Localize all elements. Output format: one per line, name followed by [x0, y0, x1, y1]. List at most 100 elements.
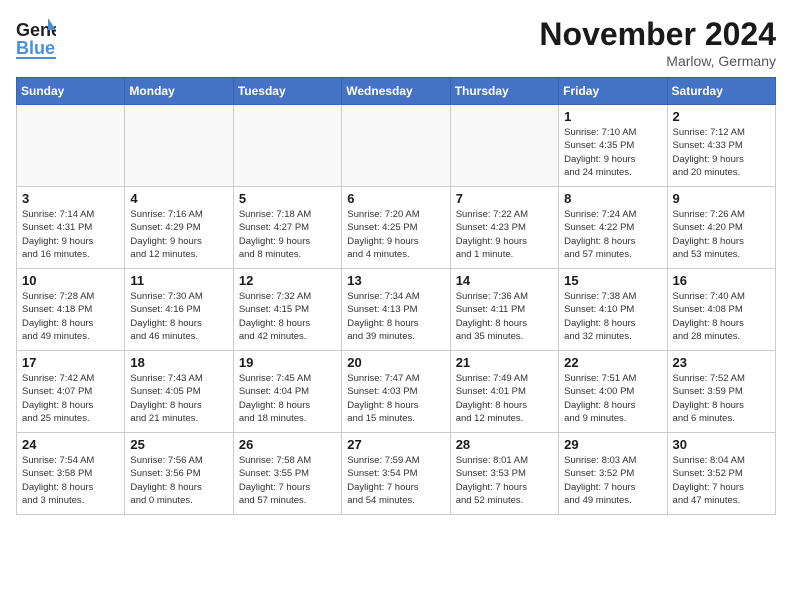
day-info: Sunrise: 7:40 AM Sunset: 4:08 PM Dayligh…	[673, 290, 770, 343]
day-number: 24	[22, 437, 119, 452]
calendar-cell: 3 Sunrise: 7:14 AM Sunset: 4:31 PM Daylig…	[17, 187, 125, 269]
calendar-cell: 23 Sunrise: 7:52 AM Sunset: 3:59 PM Dayli…	[667, 351, 775, 433]
header-day-saturday: Saturday	[667, 78, 775, 105]
day-number: 29	[564, 437, 661, 452]
calendar-cell: 22 Sunrise: 7:51 AM Sunset: 4:00 PM Dayli…	[559, 351, 667, 433]
calendar-cell: 29Sunrise: 8:03 AM Sunset: 3:52 PM Dayli…	[559, 433, 667, 515]
calendar-cell: 12 Sunrise: 7:32 AM Sunset: 4:15 PM Dayli…	[233, 269, 341, 351]
day-info: Sunrise: 7:38 AM Sunset: 4:10 PM Dayligh…	[564, 290, 661, 343]
day-number: 8	[564, 191, 661, 206]
day-number: 3	[22, 191, 119, 206]
header-day-friday: Friday	[559, 78, 667, 105]
calendar-cell: 21Sunrise: 7:49 AM Sunset: 4:01 PM Dayli…	[450, 351, 558, 433]
day-info: Sunrise: 7:58 AM Sunset: 3:55 PM Dayligh…	[239, 454, 336, 507]
calendar-body: 1Sunrise: 7:10 AM Sunset: 4:35 PM Daylig…	[17, 105, 776, 515]
day-number: 4	[130, 191, 227, 206]
title-block: November 2024 Marlow, Germany	[539, 16, 776, 69]
day-number: 6	[347, 191, 444, 206]
week-row-4: 17Sunrise: 7:42 AM Sunset: 4:07 PM Dayli…	[17, 351, 776, 433]
day-info: Sunrise: 7:30 AM Sunset: 4:16 PM Dayligh…	[130, 290, 227, 343]
day-info: Sunrise: 7:56 AM Sunset: 3:56 PM Dayligh…	[130, 454, 227, 507]
day-info: Sunrise: 7:16 AM Sunset: 4:29 PM Dayligh…	[130, 208, 227, 261]
calendar-cell: 7 Sunrise: 7:22 AM Sunset: 4:23 PM Daylig…	[450, 187, 558, 269]
day-number: 18	[130, 355, 227, 370]
day-info: Sunrise: 7:59 AM Sunset: 3:54 PM Dayligh…	[347, 454, 444, 507]
week-row-3: 10 Sunrise: 7:28 AM Sunset: 4:18 PM Dayli…	[17, 269, 776, 351]
day-number: 17	[22, 355, 119, 370]
day-number: 11	[130, 273, 227, 288]
day-number: 22	[564, 355, 661, 370]
week-row-2: 3 Sunrise: 7:14 AM Sunset: 4:31 PM Daylig…	[17, 187, 776, 269]
day-info: Sunrise: 8:04 AM Sunset: 3:52 PM Dayligh…	[673, 454, 770, 507]
calendar-cell	[342, 105, 450, 187]
calendar-cell: 13Sunrise: 7:34 AM Sunset: 4:13 PM Dayli…	[342, 269, 450, 351]
day-number: 12	[239, 273, 336, 288]
calendar-cell: 17Sunrise: 7:42 AM Sunset: 4:07 PM Dayli…	[17, 351, 125, 433]
day-number: 16	[673, 273, 770, 288]
calendar-cell	[17, 105, 125, 187]
day-number: 15	[564, 273, 661, 288]
calendar-cell: 8 Sunrise: 7:24 AM Sunset: 4:22 PM Daylig…	[559, 187, 667, 269]
day-number: 14	[456, 273, 553, 288]
calendar-cell	[125, 105, 233, 187]
month-title: November 2024	[539, 16, 776, 53]
calendar-cell: 16 Sunrise: 7:40 AM Sunset: 4:08 PM Dayli…	[667, 269, 775, 351]
calendar-cell: 19Sunrise: 7:45 AM Sunset: 4:04 PM Dayli…	[233, 351, 341, 433]
logo: General Blue	[16, 16, 56, 65]
week-row-1: 1Sunrise: 7:10 AM Sunset: 4:35 PM Daylig…	[17, 105, 776, 187]
day-number: 13	[347, 273, 444, 288]
calendar-cell	[450, 105, 558, 187]
header-day-monday: Monday	[125, 78, 233, 105]
day-number: 26	[239, 437, 336, 452]
calendar-cell: 24 Sunrise: 7:54 AM Sunset: 3:58 PM Dayli…	[17, 433, 125, 515]
day-info: Sunrise: 7:47 AM Sunset: 4:03 PM Dayligh…	[347, 372, 444, 425]
calendar-cell: 18Sunrise: 7:43 AM Sunset: 4:05 PM Dayli…	[125, 351, 233, 433]
day-number: 2	[673, 109, 770, 124]
svg-text:Blue: Blue	[16, 38, 55, 58]
calendar-cell: 5 Sunrise: 7:18 AM Sunset: 4:27 PM Daylig…	[233, 187, 341, 269]
header-day-wednesday: Wednesday	[342, 78, 450, 105]
calendar-cell: 9 Sunrise: 7:26 AM Sunset: 4:20 PM Daylig…	[667, 187, 775, 269]
calendar-cell: 1Sunrise: 7:10 AM Sunset: 4:35 PM Daylig…	[559, 105, 667, 187]
day-info: Sunrise: 7:22 AM Sunset: 4:23 PM Dayligh…	[456, 208, 553, 261]
header-row: SundayMondayTuesdayWednesdayThursdayFrid…	[17, 78, 776, 105]
calendar-cell: 25Sunrise: 7:56 AM Sunset: 3:56 PM Dayli…	[125, 433, 233, 515]
calendar-cell: 6 Sunrise: 7:20 AM Sunset: 4:25 PM Daylig…	[342, 187, 450, 269]
day-info: Sunrise: 7:52 AM Sunset: 3:59 PM Dayligh…	[673, 372, 770, 425]
day-info: Sunrise: 7:54 AM Sunset: 3:58 PM Dayligh…	[22, 454, 119, 507]
day-info: Sunrise: 7:26 AM Sunset: 4:20 PM Dayligh…	[673, 208, 770, 261]
day-info: Sunrise: 7:10 AM Sunset: 4:35 PM Dayligh…	[564, 126, 661, 179]
day-info: Sunrise: 7:45 AM Sunset: 4:04 PM Dayligh…	[239, 372, 336, 425]
page-header: General Blue November 2024 Marlow, Germa…	[16, 16, 776, 69]
day-info: Sunrise: 8:01 AM Sunset: 3:53 PM Dayligh…	[456, 454, 553, 507]
day-number: 23	[673, 355, 770, 370]
day-info: Sunrise: 7:36 AM Sunset: 4:11 PM Dayligh…	[456, 290, 553, 343]
day-info: Sunrise: 7:49 AM Sunset: 4:01 PM Dayligh…	[456, 372, 553, 425]
day-info: Sunrise: 7:24 AM Sunset: 4:22 PM Dayligh…	[564, 208, 661, 261]
day-info: Sunrise: 7:18 AM Sunset: 4:27 PM Dayligh…	[239, 208, 336, 261]
day-number: 9	[673, 191, 770, 206]
calendar-cell: 14 Sunrise: 7:36 AM Sunset: 4:11 PM Dayli…	[450, 269, 558, 351]
day-info: Sunrise: 7:14 AM Sunset: 4:31 PM Dayligh…	[22, 208, 119, 261]
day-number: 27	[347, 437, 444, 452]
day-info: Sunrise: 7:32 AM Sunset: 4:15 PM Dayligh…	[239, 290, 336, 343]
day-number: 7	[456, 191, 553, 206]
calendar-cell: 4 Sunrise: 7:16 AM Sunset: 4:29 PM Daylig…	[125, 187, 233, 269]
day-number: 10	[22, 273, 119, 288]
day-number: 30	[673, 437, 770, 452]
week-row-5: 24 Sunrise: 7:54 AM Sunset: 3:58 PM Dayli…	[17, 433, 776, 515]
day-info: Sunrise: 7:20 AM Sunset: 4:25 PM Dayligh…	[347, 208, 444, 261]
calendar-cell: 26 Sunrise: 7:58 AM Sunset: 3:55 PM Dayli…	[233, 433, 341, 515]
calendar-cell: 10 Sunrise: 7:28 AM Sunset: 4:18 PM Dayli…	[17, 269, 125, 351]
calendar-cell: 30 Sunrise: 8:04 AM Sunset: 3:52 PM Dayli…	[667, 433, 775, 515]
day-number: 5	[239, 191, 336, 206]
day-info: Sunrise: 7:51 AM Sunset: 4:00 PM Dayligh…	[564, 372, 661, 425]
calendar-cell	[233, 105, 341, 187]
header-day-tuesday: Tuesday	[233, 78, 341, 105]
calendar-cell: 11 Sunrise: 7:30 AM Sunset: 4:16 PM Dayli…	[125, 269, 233, 351]
day-info: Sunrise: 7:12 AM Sunset: 4:33 PM Dayligh…	[673, 126, 770, 179]
day-info: Sunrise: 7:28 AM Sunset: 4:18 PM Dayligh…	[22, 290, 119, 343]
calendar-cell: 27 Sunrise: 7:59 AM Sunset: 3:54 PM Dayli…	[342, 433, 450, 515]
location: Marlow, Germany	[539, 53, 776, 69]
calendar-cell: 28Sunrise: 8:01 AM Sunset: 3:53 PM Dayli…	[450, 433, 558, 515]
